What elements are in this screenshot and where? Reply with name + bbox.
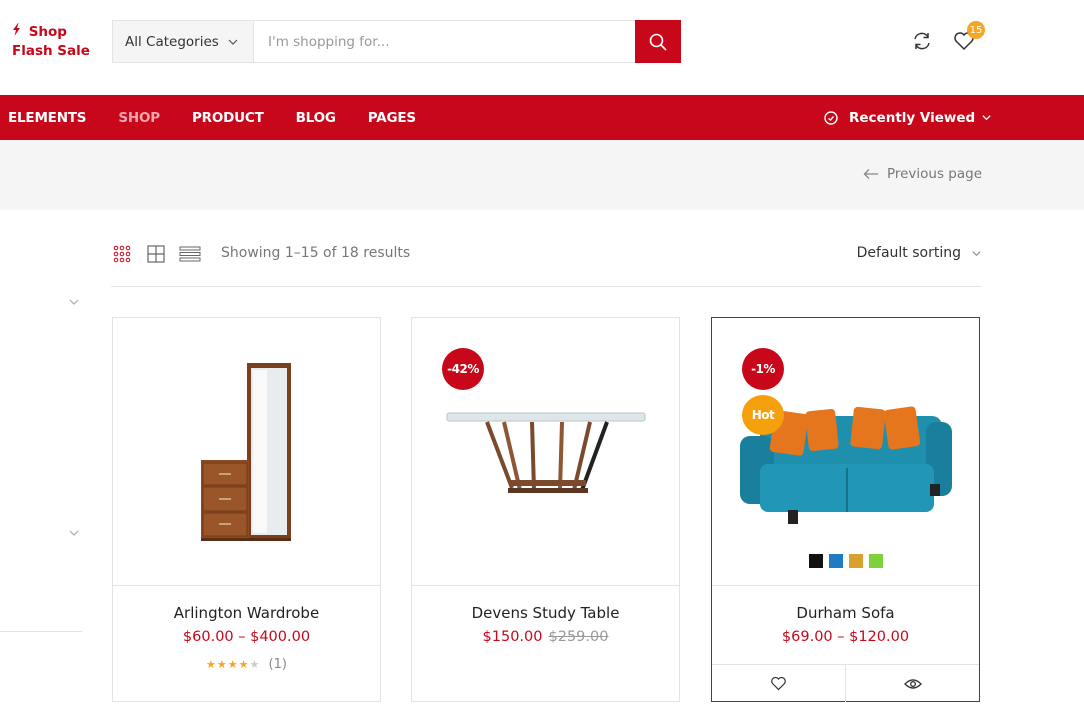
- search-button[interactable]: [635, 20, 681, 63]
- swatch-mustard[interactable]: [849, 554, 863, 568]
- product-name[interactable]: Durham Sofa: [712, 604, 979, 622]
- nav-item-pages[interactable]: PAGES: [368, 110, 416, 126]
- sorting-select[interactable]: Default sorting: [857, 245, 982, 261]
- eye-icon: [903, 678, 922, 689]
- swatch-green[interactable]: [869, 554, 883, 568]
- search-bar: All Categories: [112, 20, 681, 63]
- product-image[interactable]: [113, 318, 380, 586]
- grid-dots-icon: [113, 245, 131, 263]
- chevron-down-icon: [982, 115, 991, 121]
- product-card[interactable]: Arlington Wardrobe $60.00 – $400.00 ★★★★…: [112, 317, 381, 702]
- old-price: $259.00: [548, 629, 609, 645]
- recently-viewed-dropdown[interactable]: Recently Viewed: [823, 95, 1002, 140]
- arrow-left-icon: [863, 169, 878, 179]
- star-rating-icons: ★★★★★: [206, 658, 261, 671]
- chevron-down-icon: [972, 250, 981, 256]
- hot-badge: Hot: [742, 395, 784, 435]
- product-price: $69.00 – $120.00: [781, 629, 910, 645]
- flash-line1: Shop: [28, 24, 67, 40]
- grid-square-icon: [147, 245, 165, 263]
- result-count: Showing 1–15 of 18 results: [221, 245, 411, 261]
- wishlist-count-badge: 15: [967, 21, 985, 39]
- previous-page-label: Previous page: [886, 166, 982, 182]
- nav-item-elements[interactable]: ELEMENTS: [8, 110, 87, 126]
- main-nav: ELEMENTS SHOP PRODUCT BLOG PAGES Recentl…: [0, 95, 1084, 140]
- swatch-black[interactable]: [809, 554, 823, 568]
- product-image[interactable]: -1% Hot: [712, 318, 979, 586]
- flash-sale-link[interactable]: Shop Flash Sale: [12, 23, 90, 61]
- add-to-wishlist-button[interactable]: [712, 665, 845, 702]
- sorting-label: Default sorting: [856, 245, 961, 261]
- chevron-down-icon: [228, 39, 238, 45]
- category-select[interactable]: All Categories: [113, 21, 254, 62]
- nav-item-product[interactable]: PRODUCT: [192, 110, 264, 126]
- sidebar-divider: [0, 631, 82, 632]
- nav-item-shop[interactable]: SHOP: [118, 110, 160, 126]
- list-icon: [179, 246, 201, 262]
- product-name[interactable]: Arlington Wardrobe: [113, 604, 380, 622]
- shop-toolbar: Showing 1–15 of 18 results Default sorti…: [111, 243, 982, 287]
- search-icon: [649, 33, 667, 51]
- filter-chevron-down-icon[interactable]: [68, 527, 80, 539]
- product-price: $150.00 $259.00: [412, 629, 679, 645]
- sale-price: $150.00: [482, 629, 543, 645]
- bolt-icon: [12, 23, 24, 42]
- grid-view-dense-button[interactable]: [111, 243, 133, 265]
- clock-history-icon: [824, 110, 838, 125]
- product-name[interactable]: Devens Study Table: [412, 604, 679, 622]
- product-card[interactable]: -1% Hot Durham Sofa $69.00 – $120.00: [711, 317, 980, 702]
- product-image[interactable]: -42%: [412, 318, 679, 586]
- color-swatches: [809, 554, 883, 568]
- search-input[interactable]: [254, 21, 635, 62]
- recently-viewed-label: Recently Viewed: [849, 109, 976, 126]
- grid-view-button[interactable]: [145, 243, 167, 265]
- category-select-label: All Categories: [125, 33, 219, 50]
- flash-line2: Flash Sale: [12, 43, 90, 59]
- swatch-blue[interactable]: [829, 554, 843, 568]
- compare-refresh-icon: [914, 32, 930, 50]
- wishlist-button[interactable]: 15: [952, 21, 985, 54]
- compare-button[interactable]: [910, 28, 934, 54]
- wardrobe-image: [201, 363, 291, 541]
- nav-item-blog[interactable]: BLOG: [296, 110, 336, 126]
- product-card[interactable]: -42% Devens Study Table $150.00 $259.00: [411, 317, 680, 702]
- product-actions: [712, 664, 979, 702]
- quick-view-button[interactable]: [845, 665, 979, 702]
- list-view-button[interactable]: [179, 243, 201, 265]
- heart-icon: [771, 676, 786, 691]
- site-header: Shop Flash Sale All Categories 15: [0, 0, 1084, 95]
- filter-chevron-down-icon[interactable]: [68, 296, 80, 308]
- breadcrumb-bar: Previous page: [0, 140, 1084, 210]
- product-price: $60.00 – $400.00: [182, 629, 311, 645]
- product-rating: ★★★★★ (1): [113, 657, 380, 672]
- discount-badge: -1%: [742, 348, 784, 390]
- previous-page-link[interactable]: Previous page: [863, 166, 982, 182]
- rating-count: (1): [268, 657, 287, 672]
- discount-badge: -42%: [442, 348, 484, 390]
